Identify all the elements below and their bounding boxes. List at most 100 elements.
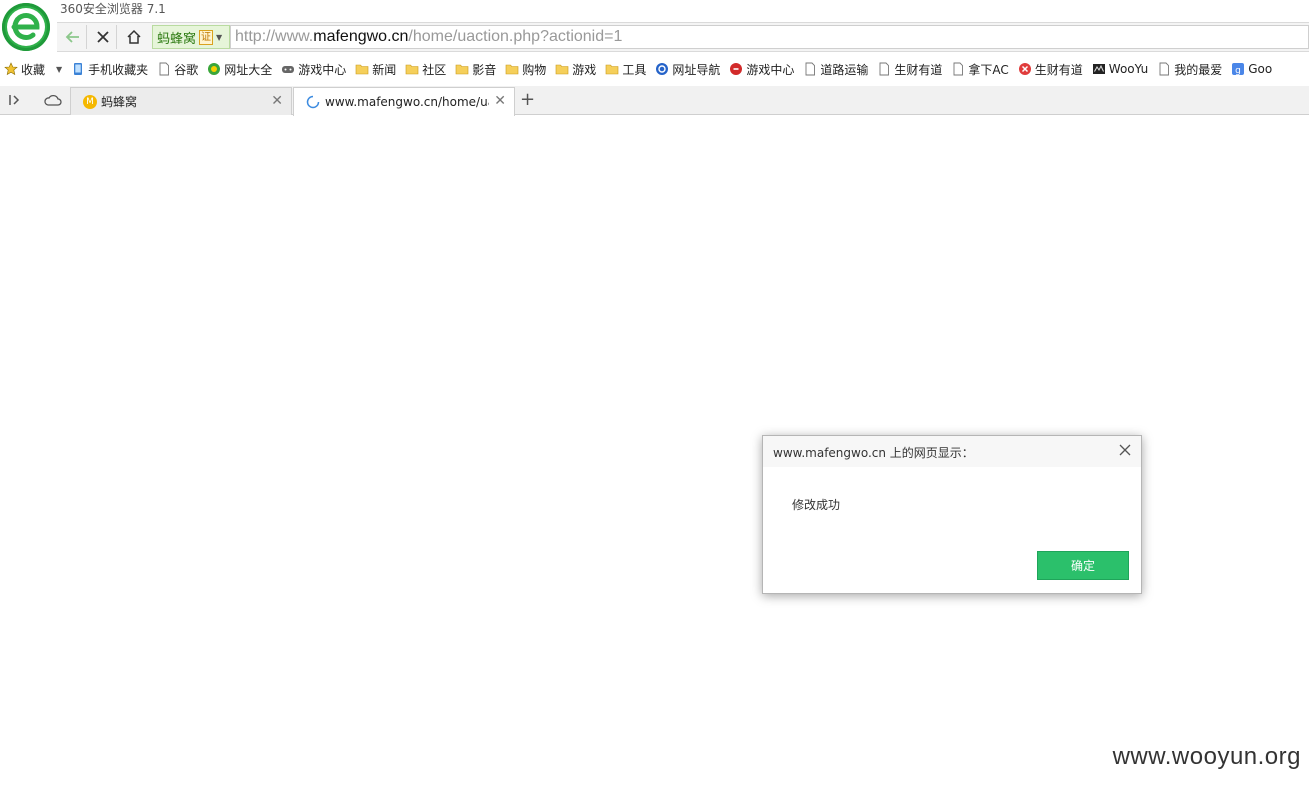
tab-close-icon[interactable]: ✕ [271,93,283,109]
folder-icon [605,62,619,76]
svg-text:g: g [1235,66,1241,76]
home-icon [127,29,141,44]
dialog-header: www.mafengwo.cn 上的网页显示： [763,436,1141,467]
bookmark-item[interactable]: 游戏 [555,61,596,78]
dialog-close-button[interactable] [1117,442,1133,458]
bookmark-item[interactable]: 影音 [455,61,496,78]
bookmark-label: 游戏中心 [746,62,795,77]
phone-icon [71,62,85,76]
cloud-icon [44,94,62,106]
tab-label: www.mafengwo.cn/home/ua [325,95,489,109]
url-path: /home/uaction.php?actionid=1 [408,28,623,45]
navigation-bar: 蚂蜂窝 证 ▼ http://www.mafengwo.cn/home/uact… [57,22,1309,52]
folder-icon [405,62,419,76]
wooyun-icon [1092,62,1106,76]
bookmark-label: 网址导航 [672,62,721,77]
certificate-icon: 证 [199,29,214,45]
dialog-message: 修改成功 [792,498,841,512]
red-x-icon [1018,62,1032,76]
bookmark-label: 谷歌 [174,62,199,77]
sidebar-toggle-button[interactable] [7,92,23,111]
e-logo-icon [7,8,45,46]
folder-icon [505,62,519,76]
home-button[interactable] [120,25,148,49]
bookmark-label: WooYu [1108,62,1149,76]
bookmark-label: 游戏中心 [298,62,347,77]
gamepad-icon [281,62,295,76]
tab-mafengwo[interactable]: M 蚂蜂窝 ✕ [70,87,292,115]
chevron-down-icon: ▼ [216,32,223,42]
bookmark-item[interactable]: g Goo [1231,62,1272,76]
bookmark-label: 游戏 [572,62,597,77]
page-icon [157,62,171,76]
folder-icon [555,62,569,76]
site-name: 蚂蜂窝 [157,31,197,47]
bookmark-item[interactable]: 社区 [405,61,446,78]
bookmark-label: Goo [1248,62,1273,76]
window-title: 360安全浏览器 7.1 [60,2,166,16]
bookmark-item[interactable]: 道路运输 [803,61,868,78]
bookmark-item[interactable]: 新闻 [355,61,396,78]
address-bar[interactable]: http://www.mafengwo.cn/home/uaction.php?… [230,25,1309,49]
game-red-icon [729,62,743,76]
sogou-icon [655,62,669,76]
stop-button[interactable] [89,25,117,49]
star-icon [4,62,18,76]
tab-strip: M 蚂蜂窝 ✕ www.mafengwo.cn/home/ua ✕ + [0,86,1309,116]
bookmark-label: 手机收藏夹 [88,62,149,77]
tab-active-page[interactable]: www.mafengwo.cn/home/ua ✕ [293,87,515,116]
close-icon [1119,444,1131,456]
bookmark-label: 拿下AC [968,62,1009,77]
tab-label: 蚂蜂窝 [101,95,138,109]
back-arrow-icon [65,31,79,43]
new-tab-button[interactable]: + [520,89,535,110]
close-x-icon [96,31,109,43]
google-icon: g [1231,62,1245,76]
favorites-menu[interactable]: 收藏 ▼ [4,61,62,78]
loading-icon [306,95,320,109]
mafengwo-icon: M [83,94,97,109]
page-icon [803,62,817,76]
bookmark-item[interactable]: 生财有道 [877,61,942,78]
bookmark-label: 社区 [422,62,447,77]
bookmark-item[interactable]: 我的最爱 [1157,61,1222,78]
bookmark-item[interactable]: 工具 [605,61,646,78]
cloud-button[interactable] [44,92,62,111]
page-icon [1157,62,1171,76]
bookmark-item[interactable]: 网址大全 [207,61,272,78]
tab-close-icon[interactable]: ✕ [494,93,506,109]
bookmark-label: 生财有道 [894,62,943,77]
bookmark-label: 购物 [522,62,547,77]
browser-logo [2,3,50,51]
site-identity-badge[interactable]: 蚂蜂窝 证 ▼ [152,25,230,49]
bookmark-item[interactable]: 游戏中心 [281,61,346,78]
bookmark-item[interactable]: 网址导航 [655,61,720,78]
ok-button[interactable]: 确定 [1037,551,1129,580]
alert-dialog: www.mafengwo.cn 上的网页显示： 修改成功 确定 [762,435,1142,594]
bookmark-item[interactable]: 购物 [505,61,546,78]
bookmark-item[interactable]: 生财有道 [1018,61,1083,78]
bookmark-item[interactable]: WooYu [1092,62,1148,76]
bookmark-label: 影音 [472,62,497,77]
nav-site-icon [207,62,221,76]
bookmark-label: 我的最爱 [1174,62,1223,77]
bookmarks-bar: 收藏 ▼ 手机收藏夹 谷歌 网址大全 游戏中心 新闻 社区 影音 购物 游戏 工具 网址导航 游戏中心 道路… [0,56,1309,82]
page-icon [877,62,891,76]
sidebar-toggle-icon [9,95,20,105]
chevron-down-icon[interactable]: ▼ [56,65,62,74]
bookmark-item[interactable]: 谷歌 [157,61,198,78]
bookmark-item[interactable]: 手机收藏夹 [71,61,148,78]
bookmark-item[interactable]: 拿下AC [951,61,1009,78]
bookmark-label: 生财有道 [1034,62,1083,77]
bookmark-label: 收藏 [21,62,46,77]
url-prefix: http://www. [235,28,314,45]
bookmark-label: 道路运输 [820,62,869,77]
bookmark-label: 网址大全 [224,62,273,77]
folder-icon [355,62,369,76]
bookmark-item[interactable]: 游戏中心 [729,61,794,78]
back-button[interactable] [59,25,87,49]
plus-icon: + [520,89,536,110]
bookmark-label: 工具 [622,62,647,77]
watermark: www.wooyun.org [1112,743,1301,770]
url-domain: mafengwo.cn [313,28,409,45]
